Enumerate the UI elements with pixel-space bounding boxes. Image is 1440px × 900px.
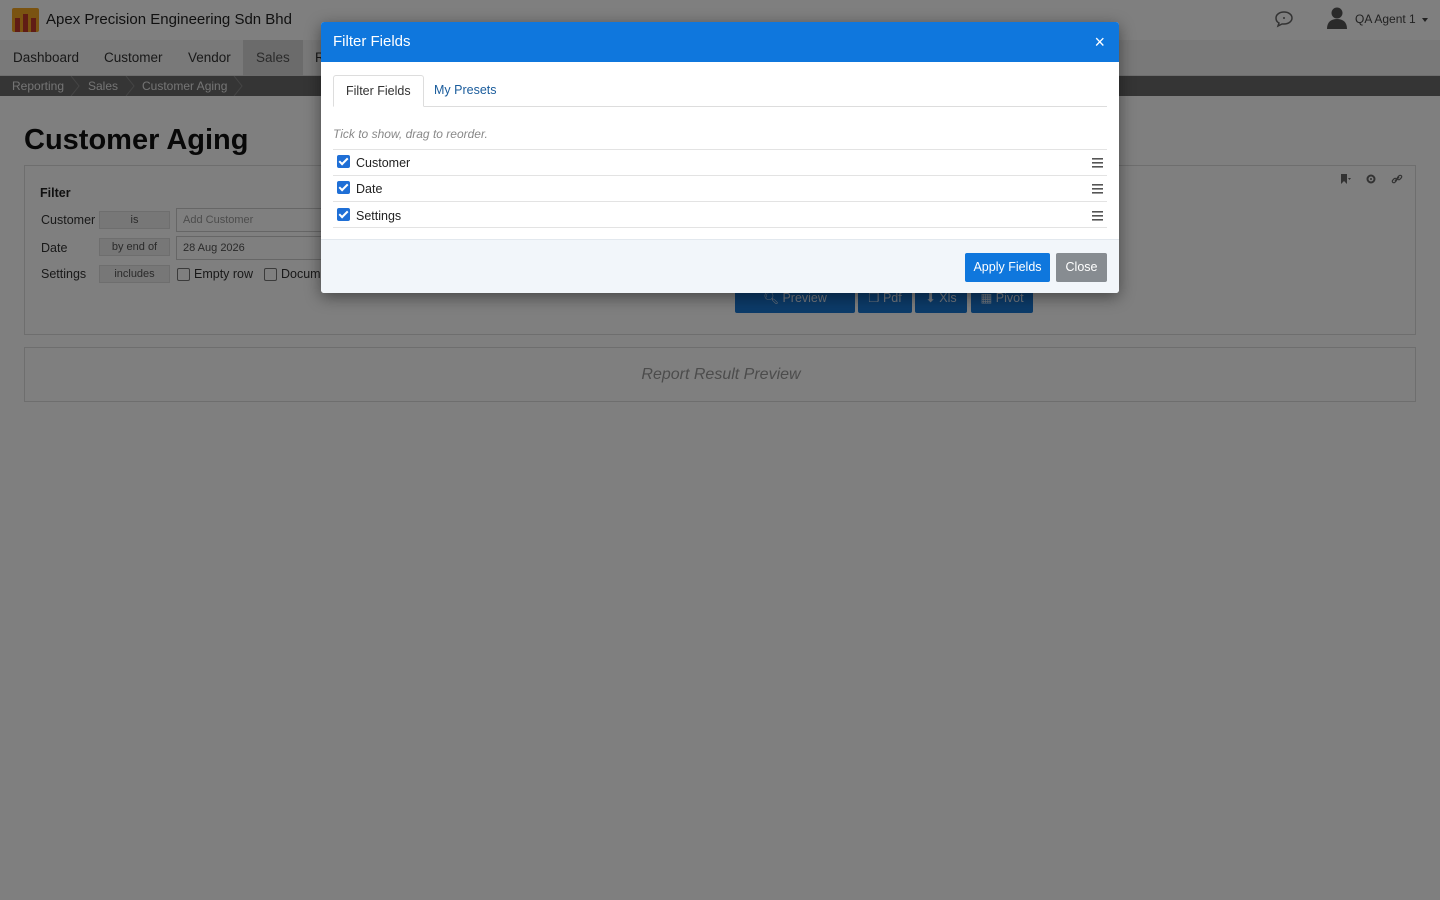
field-checkbox-customer[interactable] [337,155,350,168]
modal-footer: Apply Fields Close [321,239,1119,293]
tab-filter-fields[interactable]: Filter Fields [333,75,424,107]
field-label-date: Date [356,182,383,196]
drag-handle-icon[interactable] [1092,211,1103,221]
modal-header: Filter Fields × [321,22,1119,62]
field-label-customer: Customer [356,156,411,170]
modal-tabs: Filter Fields My Presets [333,75,1107,107]
field-label-settings: Settings [356,209,402,223]
field-row[interactable]: Date [333,175,1107,201]
field-row[interactable]: Customer [333,149,1107,175]
drag-handle-icon[interactable] [1092,184,1103,194]
close-button[interactable]: Close [1056,253,1107,282]
modal-hint: Tick to show, drag to reorder. [333,127,488,141]
filter-fields-modal: Filter Fields × Filter Fields My Presets… [321,22,1119,293]
drag-handle-icon[interactable] [1092,158,1103,168]
field-checkbox-date[interactable] [337,181,350,194]
apply-fields-button[interactable]: Apply Fields [965,253,1050,282]
modal-title: Filter Fields [333,33,411,50]
tab-my-presets[interactable]: My Presets [422,75,509,107]
close-icon[interactable]: × [1094,33,1105,51]
field-checkbox-settings[interactable] [337,208,350,221]
field-row[interactable]: Settings [333,201,1107,228]
